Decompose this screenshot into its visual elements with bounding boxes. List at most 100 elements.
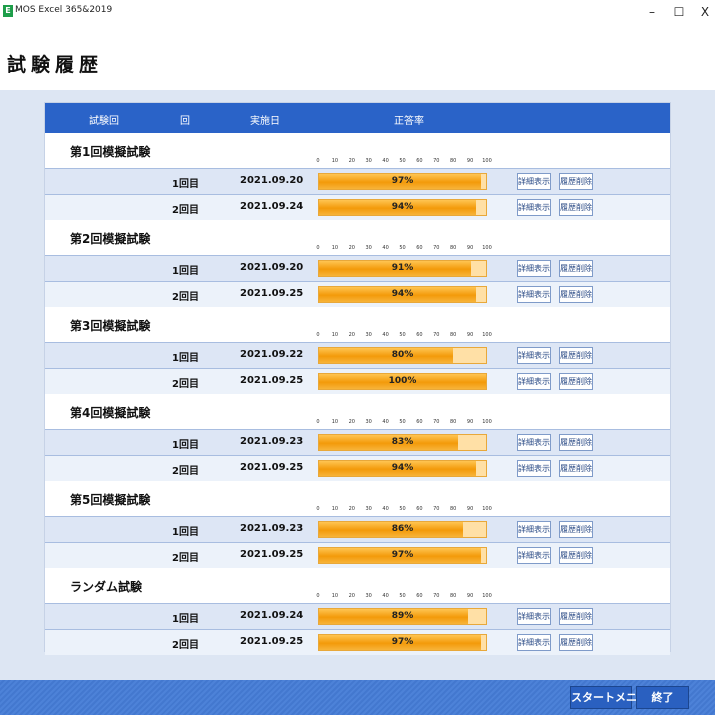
exam-date: 2021.09.25	[240, 375, 304, 386]
scale-tick: 10	[331, 593, 339, 599]
score-bar: 91%	[318, 260, 487, 277]
scale-tick: 50	[399, 419, 406, 425]
scale-tick: 60	[416, 593, 423, 599]
column-header: 試験回 回 実施日 正答率	[45, 103, 670, 133]
history-panel: 試験回 回 実施日 正答率 第1回模擬試験 0 10 20 30 40 50 60 70 80 90…	[44, 102, 671, 655]
detail-button[interactable]: 詳細表示	[517, 634, 551, 651]
delete-history-button[interactable]: 履歴削除	[559, 373, 593, 390]
detail-button[interactable]: 詳細表示	[517, 460, 551, 477]
exam-date: 2021.09.20	[240, 262, 304, 273]
exit-button[interactable]: 終了	[636, 686, 689, 709]
minimize-button[interactable]: –	[642, 2, 662, 22]
exam-date: 2021.09.25	[240, 636, 304, 647]
attempt-label: 1回目	[172, 353, 199, 364]
scale-tick: 0	[316, 593, 320, 599]
detail-button[interactable]: 詳細表示	[517, 286, 551, 303]
scale-tick: 50	[399, 593, 406, 599]
close-button[interactable]: X	[695, 2, 715, 22]
scale-tick: 40	[382, 332, 389, 338]
detail-button[interactable]: 詳細表示	[517, 434, 551, 451]
delete-history-button[interactable]: 履歴削除	[559, 199, 593, 216]
delete-history-button[interactable]: 履歴削除	[559, 608, 593, 625]
history-row: 1回目 2021.09.22 80% 詳細表示 履歴削除	[45, 342, 670, 368]
title-bar: E MOS Excel 365&2019 – ☐ X	[0, 0, 715, 24]
exam-date: 2021.09.20	[240, 175, 304, 186]
scale-tick: 100	[482, 245, 492, 251]
column-rate: 正答率	[394, 116, 424, 127]
scale-tick: 10	[331, 158, 339, 164]
history-row: 1回目 2021.09.23 86% 詳細表示 履歴削除	[45, 516, 670, 542]
scale-tick: 0	[316, 245, 320, 251]
score-percentage: 83%	[391, 437, 414, 447]
detail-button[interactable]: 詳細表示	[517, 521, 551, 538]
history-row: 2回目 2021.09.25 100% 詳細表示 履歴削除	[45, 368, 670, 394]
score-percentage: 97%	[391, 550, 414, 560]
scale-tick: 10	[331, 506, 339, 512]
score-bar: 89%	[318, 608, 487, 625]
footer-bar: スタートメニュー 終了	[0, 680, 715, 715]
score-bar: 100%	[318, 373, 487, 390]
scale-tick: 70	[433, 332, 440, 338]
score-scale: 0 10 20 30 40 50 60 70 80 90 100	[316, 245, 497, 253]
history-row: 2回目 2021.09.24 94% 詳細表示 履歴削除	[45, 194, 670, 220]
scale-tick: 80	[450, 245, 457, 251]
exam-date: 2021.09.22	[240, 349, 304, 360]
attempt-label: 1回目	[172, 614, 199, 625]
exam-group-title: ランダム試験	[70, 580, 143, 594]
column-attempt: 回	[180, 116, 190, 127]
scale-tick: 60	[416, 158, 423, 164]
score-scale: 0 10 20 30 40 50 60 70 80 90 100	[316, 158, 497, 166]
attempt-label: 2回目	[172, 553, 199, 564]
scale-tick: 90	[466, 332, 474, 338]
detail-button[interactable]: 詳細表示	[517, 260, 551, 277]
detail-button[interactable]: 詳細表示	[517, 199, 551, 216]
scale-tick: 30	[365, 245, 372, 251]
score-percentage: 94%	[391, 202, 414, 212]
exam-group-title: 第2回模擬試験	[70, 232, 151, 246]
scale-tick: 60	[416, 332, 423, 338]
attempt-label: 1回目	[172, 266, 199, 277]
scale-tick: 30	[365, 593, 372, 599]
score-bar: 94%	[318, 460, 487, 477]
delete-history-button[interactable]: 履歴削除	[559, 173, 593, 190]
scale-tick: 50	[399, 332, 406, 338]
delete-history-button[interactable]: 履歴削除	[559, 460, 593, 477]
delete-history-button[interactable]: 履歴削除	[559, 634, 593, 651]
column-exam: 試験回	[89, 116, 119, 127]
scale-tick: 60	[416, 419, 423, 425]
detail-button[interactable]: 詳細表示	[517, 608, 551, 625]
scale-tick: 100	[482, 158, 492, 164]
detail-button[interactable]: 詳細表示	[517, 347, 551, 364]
score-scale: 0 10 20 30 40 50 60 70 80 90 100	[316, 506, 497, 514]
attempt-label: 1回目	[172, 440, 199, 451]
exam-date: 2021.09.24	[240, 201, 304, 212]
score-bar: 86%	[318, 521, 487, 538]
delete-history-button[interactable]: 履歴削除	[559, 434, 593, 451]
delete-history-button[interactable]: 履歴削除	[559, 286, 593, 303]
scale-tick: 50	[399, 245, 406, 251]
delete-history-button[interactable]: 履歴削除	[559, 347, 593, 364]
detail-button[interactable]: 詳細表示	[517, 373, 551, 390]
delete-history-button[interactable]: 履歴削除	[559, 521, 593, 538]
scale-tick: 40	[382, 593, 389, 599]
scale-tick: 60	[416, 506, 423, 512]
score-bar: 97%	[318, 547, 487, 564]
page-header: 試験履歴	[0, 24, 715, 90]
scale-tick: 30	[365, 158, 372, 164]
scale-tick: 10	[331, 332, 339, 338]
delete-history-button[interactable]: 履歴削除	[559, 260, 593, 277]
score-bar: 94%	[318, 199, 487, 216]
detail-button[interactable]: 詳細表示	[517, 173, 551, 190]
scale-tick: 20	[348, 506, 355, 512]
scale-tick: 40	[382, 245, 389, 251]
exam-date: 2021.09.23	[240, 523, 304, 534]
maximize-button[interactable]: ☐	[669, 2, 689, 22]
delete-history-button[interactable]: 履歴削除	[559, 547, 593, 564]
score-bar: 97%	[318, 634, 487, 651]
score-percentage: 97%	[391, 637, 414, 647]
start-menu-button[interactable]: スタートメニュー	[570, 686, 659, 709]
detail-button[interactable]: 詳細表示	[517, 547, 551, 564]
score-percentage: 94%	[391, 289, 414, 299]
exam-group-title: 第4回模擬試験	[70, 406, 151, 420]
scale-tick: 100	[482, 332, 492, 338]
